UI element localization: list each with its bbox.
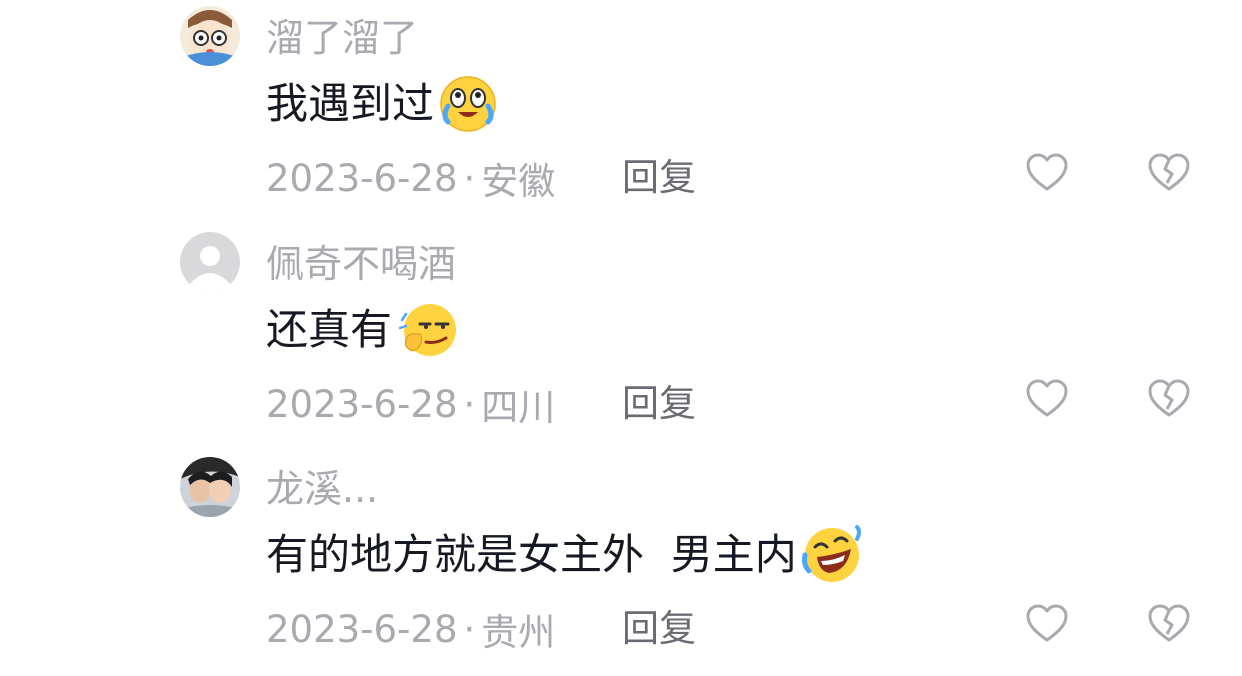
dislike-button[interactable] [1146,601,1192,647]
comment-text: 有的地方就是女主外 男主内 [266,530,797,579]
username[interactable]: 佩奇不喝酒 [266,238,456,290]
heart-icon [1026,379,1068,417]
meta-separator: · [463,382,476,426]
like-button[interactable] [1024,150,1070,196]
broken-heart-icon [1148,379,1190,417]
meta-separator: · [463,156,476,200]
comment-location: 贵州 [481,611,556,654]
avatar[interactable] [180,232,240,292]
comment-item: 溜了溜了 我遇到过 2023-6-28 · 安徽 回复 [0,0,1242,225]
username[interactable]: 溜了溜了 [266,12,418,64]
cartoon-face-avatar-icon [180,6,240,66]
like-button[interactable] [1024,376,1070,422]
comment-meta: 2023-6-28 · 贵州 [266,601,555,657]
smirk-hand-chin-emoji-icon [396,300,460,360]
meta-separator: · [463,607,476,651]
heart-icon [1026,153,1068,191]
broken-heart-icon [1148,604,1190,642]
dislike-button[interactable] [1146,376,1192,422]
default-user-avatar-icon [180,232,240,292]
comment-location: 安徽 [481,160,556,203]
tearful-laugh-emoji-icon [438,74,498,134]
comment-meta: 2023-6-28 · 安徽 [266,150,555,206]
dislike-button[interactable] [1146,150,1192,196]
like-button[interactable] [1024,601,1070,647]
comment-text-row: 我遇到过 [266,72,498,136]
avatar[interactable] [180,457,240,517]
reply-button[interactable]: 回复 [622,601,696,657]
comment-item: 龙溪... 有的地方就是女主外 男主内 2023-6-28 · 贵州 回复 [0,451,1242,676]
reply-button[interactable]: 回复 [622,150,696,206]
heart-icon [1026,604,1068,642]
comment-date: 2023-6-28 [266,607,458,651]
comment-date: 2023-6-28 [266,382,458,426]
broken-heart-icon [1148,153,1190,191]
comment-item: 佩奇不喝酒 还真有 2023-6-28 · 四川 回复 [0,226,1242,451]
comment-text-row: 有的地方就是女主外 男主内 [266,523,863,587]
comment-meta: 2023-6-28 · 四川 [266,376,555,432]
reply-button[interactable]: 回复 [622,376,696,432]
rolling-laugh-emoji-icon [801,525,863,585]
comment-text: 我遇到过 [266,79,435,128]
comment-text: 还真有 [266,305,393,354]
comment-date: 2023-6-28 [266,156,458,200]
comment-location: 四川 [481,386,556,429]
couple-photo-avatar-icon [180,457,240,517]
username[interactable]: 龙溪... [266,463,378,515]
comment-text-row: 还真有 [266,298,460,362]
avatar[interactable] [180,6,240,66]
